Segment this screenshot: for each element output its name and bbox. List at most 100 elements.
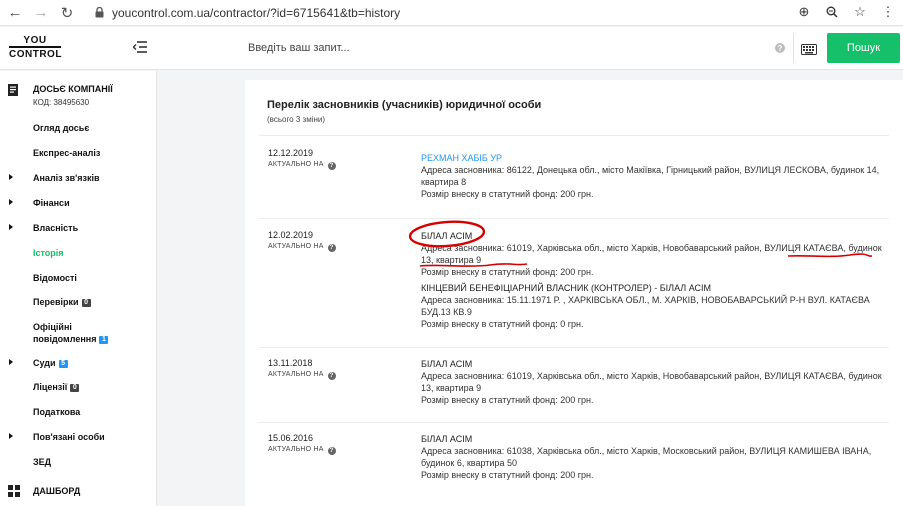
- divider: [259, 135, 889, 136]
- page-title: Перелік засновників (учасників) юридично…: [267, 99, 542, 111]
- count-badge: 0: [81, 299, 91, 307]
- forward-arrow-icon[interactable]: →: [30, 2, 52, 24]
- record-body: РЕХМАН ХАБІБ УР Адреса засновника: 86122…: [421, 152, 891, 206]
- star-icon[interactable]: ☆: [851, 3, 869, 21]
- sidebar-item-label: Податкова: [33, 407, 81, 417]
- dossier-icon: [8, 83, 18, 96]
- founder-capital: Розмір внеску в статутний фонд: 200 грн.: [421, 470, 594, 480]
- record-date: 15.06.2016: [268, 433, 314, 443]
- founder-name: БІЛАЛ АСІМ: [421, 359, 473, 369]
- record-body: БІЛАЛ АСІМ Адреса засновника: 61019, Хар…: [421, 230, 891, 336]
- founder-address: Адреса засновника: 61038, Харківська обл…: [421, 446, 872, 468]
- sidebar-item-label: Експрес-аналіз: [33, 148, 101, 158]
- add-circle-icon[interactable]: ⊕: [795, 3, 813, 21]
- info-icon[interactable]: ?: [327, 372, 336, 380]
- founder-entry: БІЛАЛ АСІМ Адреса засновника: 61019, Хар…: [421, 358, 891, 406]
- record-body: БІЛАЛ АСІМ Адреса засновника: 61038, Хар…: [421, 433, 891, 487]
- dossier-title: ДОСЬЄ КОМПАНІЇ: [33, 84, 113, 94]
- actual-text: АКТУАЛЬНО НА: [268, 161, 324, 168]
- divider: [259, 422, 889, 423]
- founders-history-card: Перелік засновників (учасників) юридично…: [245, 80, 903, 506]
- label-text: Перевірки: [33, 297, 79, 307]
- logo[interactable]: YOU CONTROL: [9, 35, 61, 60]
- menu-dots-icon[interactable]: ⋮: [879, 3, 897, 21]
- sidebar-item-label: Аналіз зв'язків: [33, 173, 100, 183]
- founder-address: Адреса засновника: 86122, Донецька обл.,…: [421, 165, 880, 187]
- change-count: (всього 3 зміни): [267, 115, 326, 124]
- founder-address: Адреса засновника: 61019, Харківська обл…: [421, 371, 882, 393]
- logo-bottom-text: CONTROL: [9, 46, 61, 60]
- expand-arrow-icon: [9, 199, 13, 205]
- sidebar-item-label: Огляд досьє: [33, 123, 90, 133]
- menu-collapse-icon[interactable]: [132, 40, 147, 54]
- browser-toolbar: ← → ↻ youcontrol.com.ua/contractor/?id=6…: [0, 0, 903, 26]
- dossier-code: КОД: 38495630: [33, 98, 90, 107]
- help-icon[interactable]: ?: [775, 43, 785, 53]
- label-text: Ліцензії: [33, 382, 68, 392]
- divider: [793, 33, 794, 63]
- expand-arrow-icon: [9, 174, 13, 180]
- record-body: БІЛАЛ АСІМ Адреса засновника: 61019, Хар…: [421, 358, 891, 412]
- expand-arrow-icon: [9, 224, 13, 230]
- sidebar-item-label: Суди 5: [33, 358, 68, 368]
- beneficiary-capital: Розмір внеску в статутний фонд: 0 грн.: [421, 319, 584, 329]
- app-header: YOU CONTROL ? Пошук: [0, 27, 903, 70]
- beneficiary-name: КІНЦЕВИЙ БЕНЕФІЦІАРНИЙ ВЛАСНИК (КОНТРОЛЕ…: [421, 283, 711, 293]
- back-arrow-icon[interactable]: ←: [4, 2, 26, 24]
- keyboard-icon[interactable]: [801, 42, 817, 55]
- actual-text: АКТУАЛЬНО НА: [268, 371, 324, 378]
- expand-arrow-icon: [9, 359, 13, 365]
- zoom-icon[interactable]: [823, 3, 841, 21]
- sidebar-item-label: Ліцензії 0: [33, 382, 80, 392]
- sidebar-item-label: Перевірки 0: [33, 297, 91, 307]
- sidebar-item-label: Офіційні повідомлення 1: [33, 321, 109, 345]
- search-button[interactable]: Пошук: [827, 33, 900, 63]
- record-date: 13.11.2018: [268, 358, 313, 368]
- beneficiary-address: Адреса засновника: 15.11.1971 Р. , ХАРКІ…: [421, 295, 870, 317]
- count-badge: 1: [99, 336, 109, 344]
- label-text: Суди: [33, 358, 56, 368]
- info-icon[interactable]: ?: [327, 447, 336, 455]
- sidebar-item-label: Пов'язані особи: [33, 432, 105, 442]
- sidebar-item-label: Фінанси: [33, 198, 70, 208]
- info-icon[interactable]: ?: [327, 162, 336, 170]
- label-text: Офіційні: [33, 322, 72, 332]
- address-bar[interactable]: youcontrol.com.ua/contractor/?id=6715641…: [112, 6, 400, 20]
- sidebar-item-label: Власність: [33, 223, 79, 233]
- founder-capital: Розмір внеску в статутний фонд: 200 грн.: [421, 395, 594, 405]
- count-badge: 5: [58, 360, 68, 368]
- actual-label: АКТУАЛЬНО НА?: [268, 243, 336, 252]
- lock-icon[interactable]: [94, 7, 104, 19]
- sidebar-item-label: Історія: [33, 248, 64, 258]
- actual-text: АКТУАЛЬНО НА: [268, 446, 324, 453]
- actual-label: АКТУАЛЬНО НА?: [268, 371, 336, 380]
- beneficiary-entry: КІНЦЕВИЙ БЕНЕФІЦІАРНИЙ ВЛАСНИК (КОНТРОЛЕ…: [421, 282, 891, 330]
- founder-name-link[interactable]: РЕХМАН ХАБІБ УР: [421, 152, 891, 164]
- founder-capital: Розмір внеску в статутний фонд: 200 грн.: [421, 267, 594, 277]
- logo-top-text: YOU: [23, 35, 47, 46]
- dashboard-label: ДАШБОРД: [33, 486, 81, 496]
- search-input[interactable]: [248, 33, 793, 63]
- dashboard-icon: [8, 484, 20, 497]
- actual-text: АКТУАЛЬНО НА: [268, 243, 324, 250]
- founder-address: Адреса засновника: 61019, Харківська обл…: [421, 243, 882, 265]
- actual-label: АКТУАЛЬНО НА?: [268, 446, 336, 455]
- divider: [259, 218, 889, 219]
- sidebar-item-label: ЗЕД: [33, 457, 52, 467]
- sidebar: ДОСЬЄ КОМПАНІЇ КОД: 38495630 Огляд досьє…: [0, 71, 157, 506]
- record-date: 12.02.2019: [268, 230, 314, 240]
- founder-entry: РЕХМАН ХАБІБ УР Адреса засновника: 86122…: [421, 152, 891, 200]
- count-badge: 0: [70, 384, 80, 392]
- founder-entry: БІЛАЛ АСІМ Адреса засновника: 61019, Хар…: [421, 230, 891, 278]
- actual-label: АКТУАЛЬНО НА?: [268, 161, 336, 170]
- sidebar-item-label: Відомості: [33, 273, 77, 283]
- founder-name: БІЛАЛ АСІМ: [421, 231, 473, 241]
- info-icon[interactable]: ?: [327, 244, 336, 252]
- founder-name: БІЛАЛ АСІМ: [421, 434, 473, 444]
- expand-arrow-icon: [9, 433, 13, 439]
- label-text: повідомлення: [33, 334, 97, 344]
- divider: [259, 347, 889, 348]
- record-date: 12.12.2019: [268, 148, 314, 158]
- founder-capital: Розмір внеску в статутний фонд: 200 грн.: [421, 189, 594, 199]
- reload-icon[interactable]: ↻: [56, 2, 78, 24]
